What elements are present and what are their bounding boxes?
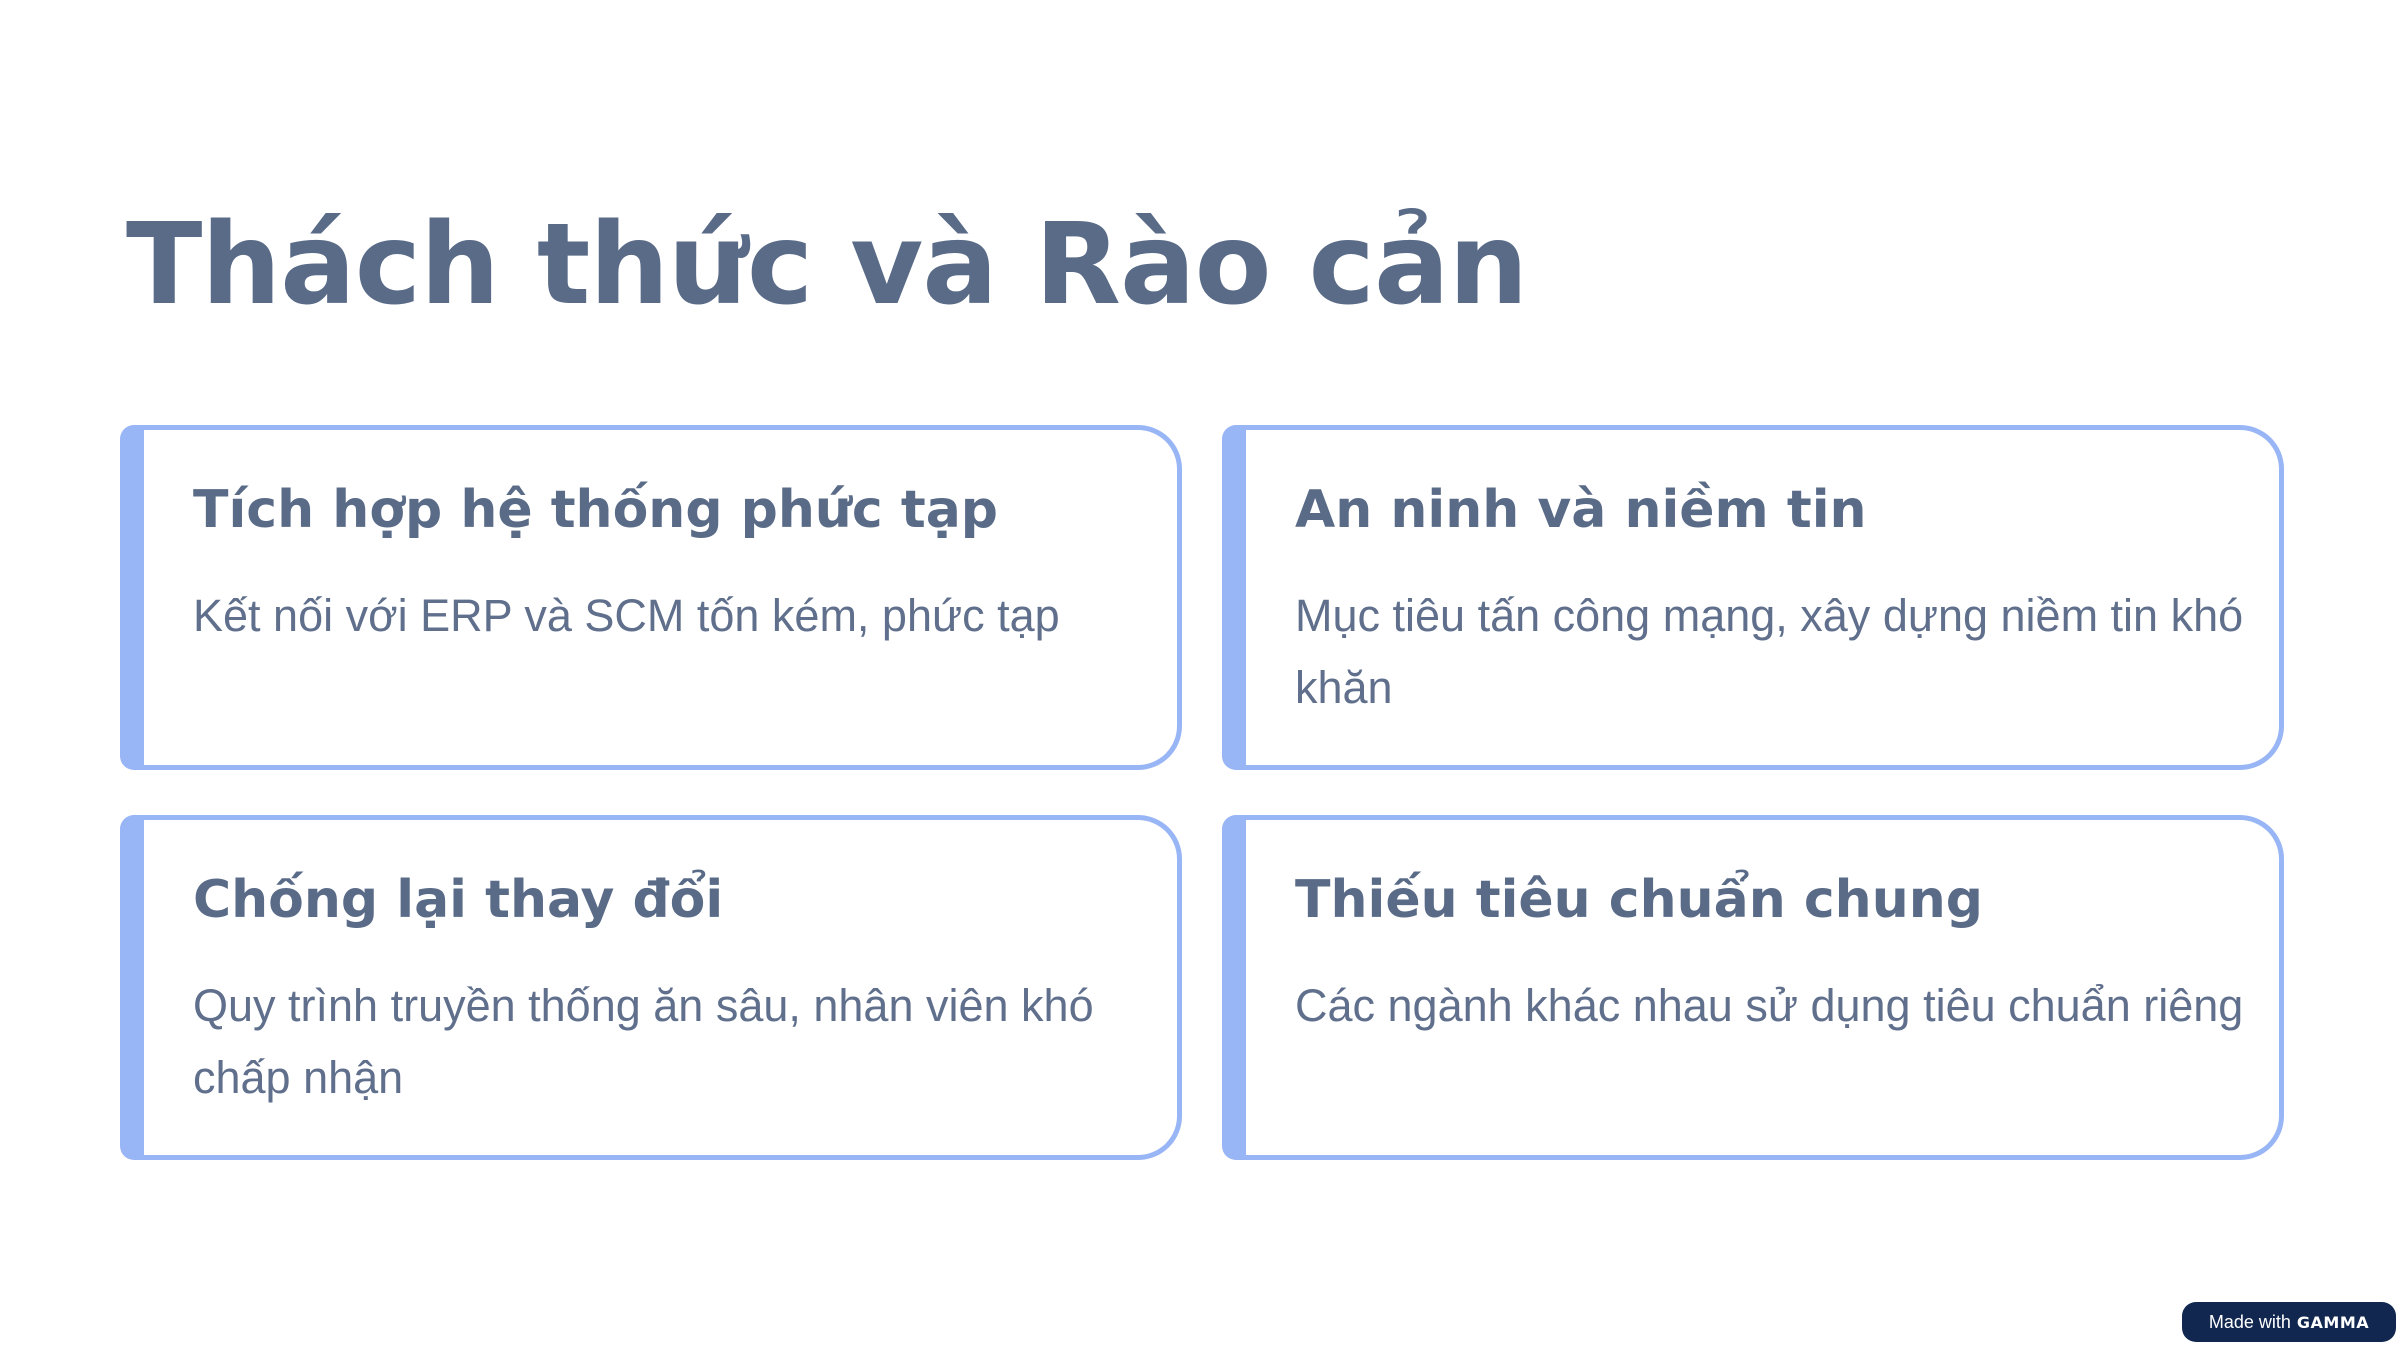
card-description: Mục tiêu tấn công mạng, xây dựng niềm ti…: [1295, 590, 2244, 713]
slide: Thách thức và Rào cản Tích hợp hệ thống …: [0, 0, 2400, 1350]
challenge-card-change-resistance: Chống lại thay đổi Quy trình truyền thốn…: [120, 815, 1182, 1160]
card-description: Các ngành khác nhau sử dụng tiêu chuẩn r…: [1295, 980, 2244, 1031]
gamma-logo: GAMMA: [2296, 1312, 2370, 1332]
card-title: Chống lại thay đổi: [193, 870, 724, 930]
card-title: An ninh và niềm tin: [1295, 480, 1867, 540]
badge-prefix: Made with: [2208, 1311, 2291, 1332]
card-title: Tích hợp hệ thống phức tạp: [193, 480, 999, 540]
card-description: Kết nối với ERP và SCM tốn kém, phức tạp: [193, 590, 1060, 641]
challenge-card-integration: Tích hợp hệ thống phức tạp Kết nối với E…: [120, 425, 1182, 770]
challenge-card-security: An ninh và niềm tin Mục tiêu tấn công mạ…: [1222, 425, 2284, 770]
slide-title: Thách thức và Rào cản: [126, 200, 1528, 330]
card-title: Thiếu tiêu chuẩn chung: [1295, 870, 1983, 930]
made-with-gamma-badge[interactable]: Made with GAMMA: [2182, 1302, 2396, 1342]
challenge-card-standards: Thiếu tiêu chuẩn chung Các ngành khác nh…: [1222, 815, 2284, 1160]
card-description: Quy trình truyền thống ăn sâu, nhân viên…: [193, 980, 1094, 1103]
